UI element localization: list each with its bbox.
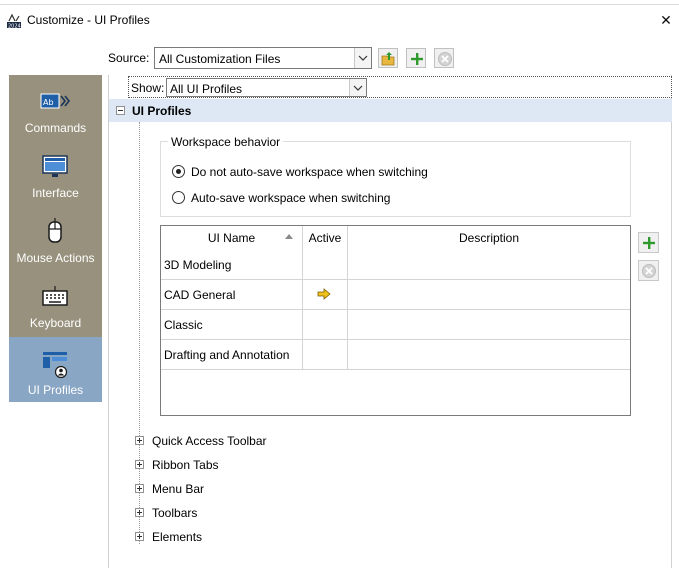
column-header-description[interactable]: Description: [348, 226, 630, 250]
sidebar-item-ui-profiles[interactable]: UI Profiles: [9, 337, 102, 402]
chevron-down-icon[interactable]: [349, 79, 366, 96]
close-button[interactable]: ✕: [655, 9, 677, 31]
sidebar-item-interface[interactable]: Interface: [9, 140, 102, 205]
sidebar-item-keyboard[interactable]: Keyboard: [9, 270, 102, 335]
collapse-icon[interactable]: [116, 106, 125, 115]
interface-icon: [42, 155, 68, 177]
show-dropdown[interactable]: All UI Profiles: [166, 78, 367, 97]
expand-icon[interactable]: [135, 436, 144, 445]
tree-item-label: Menu Bar: [152, 482, 205, 496]
show-value: All UI Profiles: [170, 82, 243, 96]
remove-icon: [438, 52, 452, 66]
chevron-down-icon[interactable]: [354, 48, 371, 68]
expand-icon[interactable]: [135, 532, 144, 541]
open-file-button[interactable]: [378, 48, 398, 68]
active-arrow-icon: [317, 288, 331, 300]
table-row[interactable]: CAD General: [161, 280, 630, 310]
commands-icon: Ab: [40, 93, 70, 109]
remove-file-button[interactable]: [434, 48, 454, 68]
sort-ascending-icon: [285, 234, 293, 239]
sidebar-item-label: UI Profiles: [27, 383, 84, 397]
mouse-icon: [48, 218, 62, 243]
sidebar-item-label: Commands: [24, 121, 87, 135]
app-icon: 2024: [7, 13, 21, 30]
window-title: Customize - UI Profiles: [27, 13, 150, 27]
show-label: Show:: [131, 81, 165, 95]
ui-name-cell: 3D Modeling: [164, 258, 232, 272]
top-edge: [0, 0, 679, 5]
radio-no-autosave[interactable]: [172, 165, 185, 178]
plus-icon: [411, 53, 423, 65]
show-filter-row: Show: All UI Profiles: [128, 76, 672, 98]
workspace-behavior-group: [160, 141, 631, 217]
tree-item-label: Toolbars: [152, 506, 198, 520]
tree-item-label: Elements: [152, 530, 203, 544]
sidebar-item-mouse-actions[interactable]: Mouse Actions: [9, 205, 102, 270]
workspace-behavior-legend: Workspace behavior: [168, 135, 284, 149]
sidebar-item-label: Interface: [32, 186, 79, 200]
tree-item-label: Quick Access Toolbar: [152, 434, 267, 448]
ui-name-cell: Classic: [164, 318, 203, 332]
sidebar: Ab Commands Interface Mouse Actions Keyb…: [9, 75, 102, 402]
sidebar-item-label: Mouse Actions: [16, 251, 95, 265]
keyboard-icon: [42, 286, 68, 306]
column-header-active[interactable]: Active: [303, 226, 347, 250]
add-profile-button[interactable]: [638, 232, 659, 253]
ui-profiles-table: UI Name Active Description 3D Modeling C…: [160, 225, 631, 416]
source-dropdown[interactable]: All Customization Files: [154, 47, 372, 69]
remove-profile-button[interactable]: [638, 260, 659, 281]
remove-icon: [642, 264, 656, 278]
column-header-ui-name[interactable]: UI Name: [161, 226, 302, 250]
tree-connector: [139, 122, 140, 544]
tree-item-label: Ribbon Tabs: [152, 458, 219, 472]
table-row[interactable]: Classic: [161, 310, 630, 340]
plus-icon: [643, 237, 655, 249]
ui-profiles-icon: [43, 352, 68, 379]
open-folder-icon: [381, 52, 395, 66]
ui-profiles-node[interactable]: UI Profiles: [109, 99, 672, 122]
expand-icon[interactable]: [135, 460, 144, 469]
sidebar-item-label: Keyboard: [29, 316, 82, 330]
ui-name-cell: Drafting and Annotation: [164, 348, 290, 362]
title-bar: 2024 Customize - UI Profiles ✕: [0, 6, 679, 34]
table-row[interactable]: Drafting and Annotation: [161, 340, 630, 370]
svg-text:Ab: Ab: [43, 98, 54, 107]
expand-icon[interactable]: [135, 508, 144, 517]
source-value: All Customization Files: [159, 52, 281, 66]
radio-no-autosave-label[interactable]: Do not auto-save workspace when switchin…: [191, 165, 428, 179]
add-file-button[interactable]: [406, 48, 426, 68]
ui-name-cell: CAD General: [164, 288, 236, 302]
svg-text:2024: 2024: [8, 24, 21, 30]
sidebar-item-commands[interactable]: Ab Commands: [9, 75, 102, 140]
ui-profiles-title: UI Profiles: [132, 104, 192, 118]
radio-autosave[interactable]: [172, 191, 185, 204]
table-row[interactable]: 3D Modeling: [161, 250, 630, 280]
expand-icon[interactable]: [135, 484, 144, 493]
radio-autosave-label[interactable]: Auto-save workspace when switching: [191, 191, 390, 205]
source-label: Source:: [108, 51, 150, 65]
